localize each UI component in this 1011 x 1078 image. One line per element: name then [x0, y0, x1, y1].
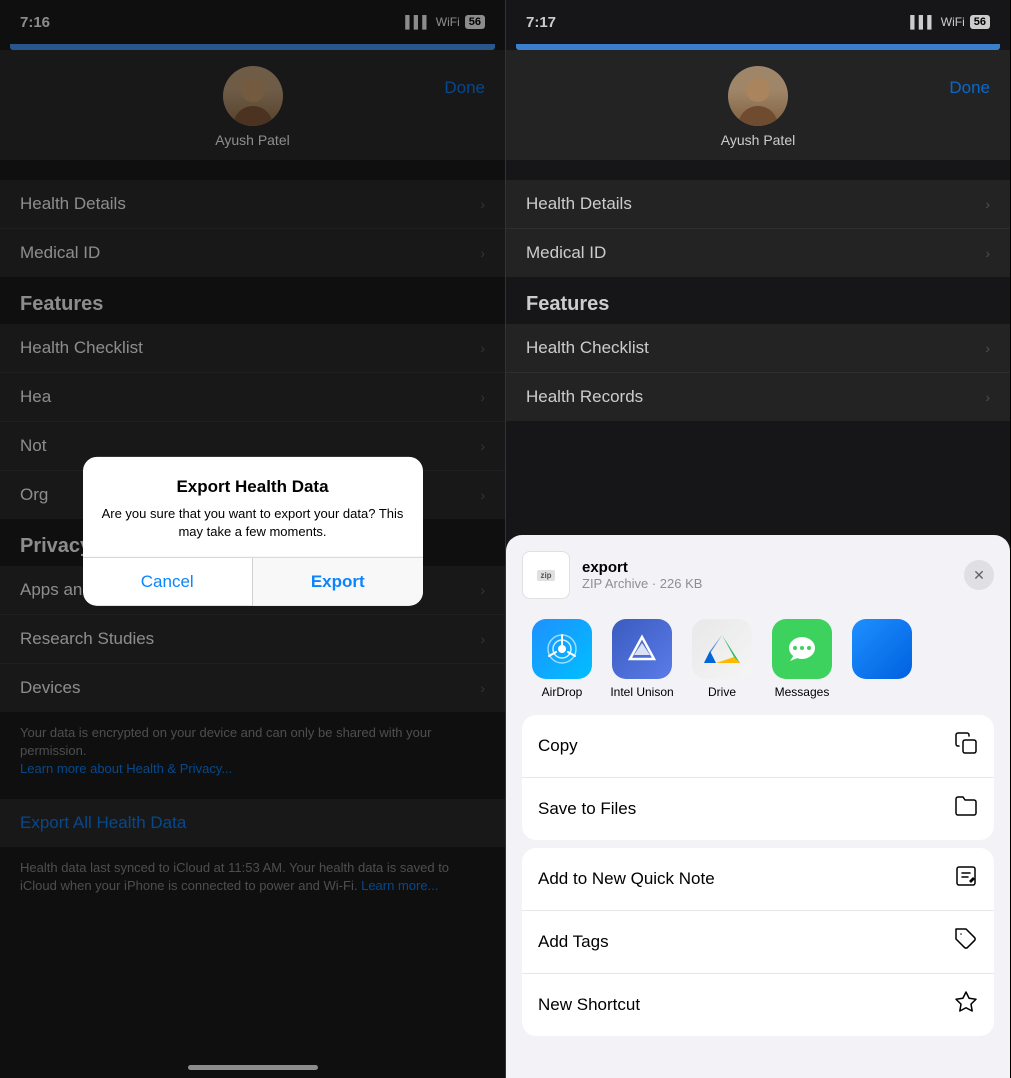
add-tags-label: Add Tags	[538, 932, 609, 952]
dialog-buttons: Cancel Export	[83, 557, 423, 606]
quick-note-action[interactable]: Add to New Quick Note	[522, 848, 994, 911]
drive-label: Drive	[708, 685, 736, 699]
share-file-header: zip export ZIP Archive · 226 KB ✕	[506, 535, 1010, 611]
zip-label: zip	[537, 570, 554, 581]
drive-svg	[702, 631, 742, 667]
drive-app[interactable]: Drive	[682, 619, 762, 699]
tag-icon	[954, 927, 978, 957]
airdrop-app[interactable]: AirDrop	[522, 619, 602, 699]
messages-label: Messages	[775, 685, 830, 699]
left-phone: 7:16 ▌▌▌ WiFi 56 Ayush Patel Done Health…	[0, 0, 505, 1078]
airdrop-label: AirDrop	[542, 685, 583, 699]
unison-label: Intel Unison	[610, 685, 673, 699]
airdrop-svg	[544, 631, 580, 667]
more-app[interactable]	[842, 619, 922, 699]
zip-icon: zip	[522, 551, 570, 599]
share-file-name: export	[582, 559, 964, 576]
share-apps-row: AirDrop Intel Unison	[506, 611, 1010, 715]
share-file-meta: ZIP Archive · 226 KB	[582, 576, 964, 591]
right-phone: 7:17 ▌▌▌ WiFi 56 Ayush Patel Done Health…	[505, 0, 1010, 1078]
unison-app[interactable]: Intel Unison	[602, 619, 682, 699]
airdrop-icon	[532, 619, 592, 679]
cancel-button[interactable]: Cancel	[83, 558, 253, 606]
share-actions-primary: Copy Save to Files	[522, 715, 994, 840]
dialog-title: Export Health Data	[99, 477, 407, 497]
dialog-message: Are you sure that you want to export you…	[99, 505, 407, 541]
add-tags-action[interactable]: Add Tags	[522, 911, 994, 974]
messages-svg	[784, 631, 820, 667]
partial-app-icon	[852, 619, 912, 679]
shortcut-icon	[954, 990, 978, 1020]
messages-icon	[772, 619, 832, 679]
messages-app[interactable]: Messages	[762, 619, 842, 699]
save-files-action[interactable]: Save to Files	[522, 778, 994, 840]
folder-icon	[954, 794, 978, 824]
copy-icon	[954, 731, 978, 761]
copy-action[interactable]: Copy	[522, 715, 994, 778]
new-shortcut-label: New Shortcut	[538, 995, 640, 1015]
unison-svg	[624, 631, 660, 667]
share-sheet: zip export ZIP Archive · 226 KB ✕	[506, 535, 1010, 1078]
copy-label: Copy	[538, 736, 578, 756]
export-button[interactable]: Export	[252, 558, 423, 606]
share-actions-secondary: Add to New Quick Note Add Tags	[522, 848, 994, 1036]
share-close-button[interactable]: ✕	[964, 560, 994, 590]
dialog-content: Export Health Data Are you sure that you…	[83, 457, 423, 541]
export-dialog: Export Health Data Are you sure that you…	[83, 457, 423, 606]
quick-note-label: Add to New Quick Note	[538, 869, 715, 889]
unison-icon	[612, 619, 672, 679]
save-files-label: Save to Files	[538, 799, 636, 819]
new-shortcut-action[interactable]: New Shortcut	[522, 974, 994, 1036]
share-file-info: export ZIP Archive · 226 KB	[582, 559, 964, 591]
quick-note-icon	[954, 864, 978, 894]
drive-icon	[692, 619, 752, 679]
